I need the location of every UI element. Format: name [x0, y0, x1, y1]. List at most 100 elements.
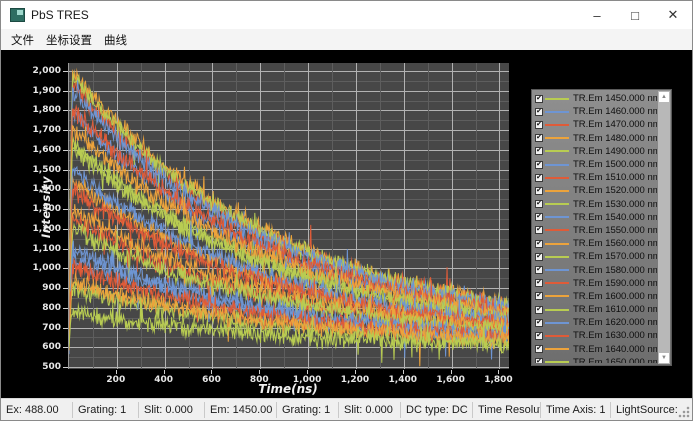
menu-axis-settings[interactable]: 坐标设置 — [40, 30, 98, 50]
close-button[interactable]: ✕ — [654, 1, 692, 29]
legend-scrollbar[interactable]: ▲ ▼ — [658, 91, 670, 364]
legend-label[interactable]: TR.Em 1580.000 nm — [573, 265, 657, 276]
menu-curve[interactable]: 曲线 — [98, 30, 133, 50]
legend-checkbox[interactable]: ✔ — [535, 266, 543, 274]
legend-checkbox[interactable]: ✔ — [535, 134, 543, 142]
legend-color-line — [545, 335, 569, 337]
legend-label[interactable]: TR.Em 1490.000 nm — [573, 146, 657, 157]
status-ex-grating: Grating: 1 — [73, 402, 139, 418]
legend-label[interactable]: TR.Em 1470.000 nm — [573, 119, 657, 130]
y-tick-label: 1,700 — [27, 125, 61, 135]
legend-label[interactable]: TR.Em 1510.000 nm — [573, 172, 657, 183]
x-tick-mark — [116, 370, 117, 374]
legend-label[interactable]: TR.Em 1520.000 nm — [573, 185, 657, 196]
window-title: PbS TRES — [31, 8, 89, 22]
legend-checkbox[interactable]: ✔ — [535, 279, 543, 287]
legend-checkbox[interactable]: ✔ — [535, 358, 543, 363]
legend-color-line — [545, 190, 569, 192]
x-tick-mark — [164, 370, 165, 374]
legend-checkbox[interactable]: ✔ — [535, 240, 543, 248]
x-tick-mark — [211, 370, 212, 374]
legend-checkbox[interactable]: ✔ — [535, 161, 543, 169]
legend-item: ✔ TR.Em 1640.000 nm — [535, 343, 657, 356]
x-tick-label: 1,800 — [484, 375, 512, 385]
x-tick-label: 1,400 — [389, 375, 417, 385]
status-emission: Em: 1450.00 — [205, 402, 277, 418]
legend-label[interactable]: TR.Em 1560.000 nm — [573, 238, 657, 249]
legend-color-line — [545, 150, 569, 152]
y-tick-label: 1,000 — [27, 263, 61, 273]
legend-color-line — [545, 229, 569, 231]
legend-label[interactable]: TR.Em 1590.000 nm — [573, 278, 657, 289]
scroll-up-button[interactable]: ▲ — [659, 92, 669, 102]
legend-color-line — [545, 216, 569, 218]
maximize-button[interactable]: □ — [616, 1, 654, 29]
x-tick-label: 400 — [154, 375, 173, 385]
legend-label[interactable]: TR.Em 1650.000 nm — [573, 357, 657, 363]
scroll-down-button[interactable]: ▼ — [659, 353, 669, 363]
status-bar: Ex: 488.00 Grating: 1 Slit: 0.000 Em: 14… — [1, 398, 692, 420]
app-icon — [10, 8, 25, 22]
y-tick-label: 900 — [27, 283, 61, 293]
legend-checkbox[interactable]: ✔ — [535, 253, 543, 261]
x-tick-mark — [498, 370, 499, 374]
legend-checkbox[interactable]: ✔ — [535, 108, 543, 116]
legend-color-line — [545, 137, 569, 139]
legend-label[interactable]: TR.Em 1640.000 nm — [573, 344, 657, 355]
legend-label[interactable]: TR.Em 1600.000 nm — [573, 291, 657, 302]
legend-label[interactable]: TR.Em 1480.000 nm — [573, 133, 657, 144]
y-tick-label: 700 — [27, 323, 61, 333]
legend-checkbox[interactable]: ✔ — [535, 147, 543, 155]
legend-checkbox[interactable]: ✔ — [535, 345, 543, 353]
legend-item: ✔ TR.Em 1650.000 nm — [535, 356, 657, 363]
legend-color-line — [545, 256, 569, 258]
menu-file[interactable]: 文件 — [5, 30, 40, 50]
x-tick-mark — [355, 370, 356, 374]
legend-item: ✔ TR.Em 1500.000 nm — [535, 158, 657, 171]
legend-color-line — [545, 177, 569, 179]
legend-item: ✔ TR.Em 1550.000 nm — [535, 224, 657, 237]
legend-checkbox[interactable]: ✔ — [535, 306, 543, 314]
legend-color-line — [545, 269, 569, 271]
legend-item: ✔ TR.Em 1560.000 nm — [535, 237, 657, 250]
y-tick-label: 1,600 — [27, 145, 61, 155]
legend-label[interactable]: TR.Em 1620.000 nm — [573, 317, 657, 328]
legend-checkbox[interactable]: ✔ — [535, 226, 543, 234]
legend-label[interactable]: TR.Em 1630.000 nm — [573, 330, 657, 341]
menu-bar: 文件 坐标设置 曲线 — [1, 29, 692, 50]
legend-checkbox[interactable]: ✔ — [535, 213, 543, 221]
legend-checkbox[interactable]: ✔ — [535, 292, 543, 300]
legend-item: ✔ TR.Em 1490.000 nm — [535, 145, 657, 158]
legend-checkbox[interactable]: ✔ — [535, 121, 543, 129]
legend-label[interactable]: TR.Em 1450.000 nm — [573, 93, 657, 104]
x-tick-label: 200 — [106, 375, 125, 385]
legend-item: ✔ TR.Em 1580.000 nm — [535, 263, 657, 276]
y-tick-label: 1,100 — [27, 244, 61, 254]
legend-item: ✔ TR.Em 1450.000 nm — [535, 92, 657, 105]
y-tick-label: 1,800 — [27, 105, 61, 115]
y-tick-label: 1,900 — [27, 86, 61, 96]
status-dc-type: DC type: DC — [401, 402, 473, 418]
legend-checkbox[interactable]: ✔ — [535, 95, 543, 103]
resize-grip[interactable] — [678, 406, 690, 418]
legend-checkbox[interactable]: ✔ — [535, 200, 543, 208]
legend-label[interactable]: TR.Em 1540.000 nm — [573, 212, 657, 223]
legend-label[interactable]: TR.Em 1500.000 nm — [573, 159, 657, 170]
legend-item: ✔ TR.Em 1600.000 nm — [535, 290, 657, 303]
legend-checkbox[interactable]: ✔ — [535, 174, 543, 182]
status-excitation: Ex: 488.00 — [1, 402, 73, 418]
legend-checkbox[interactable]: ✔ — [535, 187, 543, 195]
legend-item: ✔ TR.Em 1570.000 nm — [535, 250, 657, 263]
legend-item: ✔ TR.Em 1620.000 nm — [535, 316, 657, 329]
legend-label[interactable]: TR.Em 1530.000 nm — [573, 199, 657, 210]
y-axis-title: Intensity — [39, 176, 53, 238]
minimize-button[interactable]: – — [578, 1, 616, 29]
legend-label[interactable]: TR.Em 1610.000 nm — [573, 304, 657, 315]
legend-label[interactable]: TR.Em 1460.000 nm — [573, 106, 657, 117]
legend-checkbox[interactable]: ✔ — [535, 332, 543, 340]
legend-checkbox[interactable]: ✔ — [535, 319, 543, 327]
legend-label[interactable]: TR.Em 1570.000 nm — [573, 251, 657, 262]
legend-label[interactable]: TR.Em 1550.000 nm — [573, 225, 657, 236]
legend-panel: ✔ TR.Em 1450.000 nm ✔ TR.Em 1460.000 nm ✔ TR.… — [531, 89, 672, 366]
legend-color-line — [545, 361, 569, 363]
